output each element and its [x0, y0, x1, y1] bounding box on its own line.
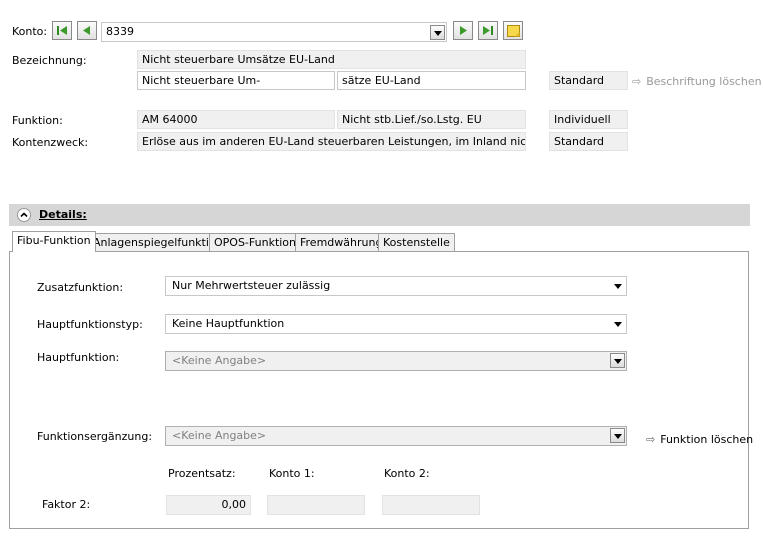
faktor2-label: Faktor 2:: [42, 498, 91, 511]
chevron-up-icon: [20, 212, 28, 217]
funktionsergaenzung-value: <Keine Angabe>: [172, 429, 267, 442]
konto2-input[interactable]: [382, 495, 480, 515]
beschriftung-loeschen-label: Beschriftung löschen: [646, 75, 762, 88]
hauptfunktionstyp-select[interactable]: Keine Hauptfunktion: [165, 314, 627, 334]
funktion-loeschen-link[interactable]: ⇨ Funktion löschen: [646, 433, 753, 446]
hauptfunktion-value: <Keine Angabe>: [172, 354, 267, 367]
konto1-label: Konto 1:: [269, 467, 315, 480]
previous-record-icon: [83, 26, 90, 35]
previous-record-button[interactable]: [77, 21, 97, 40]
konto-value: 8339: [106, 25, 134, 38]
zusatzfunktion-value: Nur Mehrwertsteuer zulässig: [172, 279, 331, 292]
konto-combo[interactable]: 8339: [101, 22, 447, 42]
chevron-down-icon: [614, 359, 622, 364]
bezeichnung-part1-input[interactable]: Nicht steuerbare Um-: [137, 71, 335, 90]
arrow-right-icon: ⇨: [632, 75, 642, 88]
funktion-loeschen-label: Funktion löschen: [660, 433, 754, 446]
funktion-text-field: Nicht stb.Lief./so.Lstg. EU: [337, 110, 526, 129]
konto2-label: Konto 2:: [384, 467, 430, 480]
tab-opos-funktion[interactable]: OPOS-Funktion: [209, 233, 302, 251]
bezeichnung-label: Bezeichnung:: [12, 54, 87, 67]
tab-fibu-funktion[interactable]: Fibu-Funktion: [12, 231, 96, 252]
tab-fremdwaehrung[interactable]: Fremdwährung: [295, 233, 388, 251]
details-title: Details:: [39, 208, 87, 221]
konto-dropdown-button[interactable]: [430, 25, 445, 40]
last-record-icon: [483, 26, 493, 35]
kontenzweck-label: Kontenzweck:: [12, 136, 89, 149]
note-button[interactable]: [503, 21, 523, 40]
first-record-icon: [57, 26, 67, 35]
funktionsergaenzung-combo[interactable]: <Keine Angabe>: [165, 426, 627, 446]
kontenzweck-status-field: Standard: [549, 132, 628, 151]
funktion-status-field: Individuell: [549, 110, 628, 129]
chevron-down-icon: [614, 434, 622, 439]
zusatzfunktion-select[interactable]: Nur Mehrwertsteuer zulässig: [165, 276, 627, 296]
next-record-icon: [460, 26, 467, 35]
hauptfunktion-label: Hauptfunktion:: [37, 351, 120, 364]
chevron-down-icon: [434, 31, 442, 36]
bezeichnung-status-field: Standard: [549, 71, 628, 90]
details-header-bar[interactable]: Details:: [9, 204, 750, 226]
tab-kostenstelle[interactable]: Kostenstelle: [378, 233, 455, 251]
konto-label: Konto:: [12, 25, 48, 38]
tab-anlagenspiegelfunktion[interactable]: Anlagenspiegelfunktion: [88, 233, 228, 251]
funktionsergaenzung-dropdown-button[interactable]: [610, 428, 625, 443]
bezeichnung-full-field: Nicht steuerbare Umsätze EU-Land: [137, 50, 526, 69]
konto1-input[interactable]: [267, 495, 365, 515]
arrow-right-icon: ⇨: [646, 433, 656, 446]
beschriftung-loeschen-link[interactable]: ⇨ Beschriftung löschen: [632, 75, 762, 88]
first-record-button[interactable]: [52, 21, 72, 40]
prozentsatz-label: Prozentsatz:: [168, 467, 236, 480]
hauptfunktionstyp-label: Hauptfunktionstyp:: [37, 318, 143, 331]
last-record-button[interactable]: [478, 21, 498, 40]
zusatzfunktion-label: Zusatzfunktion:: [37, 281, 124, 294]
next-record-button[interactable]: [453, 21, 473, 40]
hauptfunktionstyp-value: Keine Hauptfunktion: [172, 317, 285, 330]
note-icon: [507, 25, 520, 37]
chevron-down-icon: [614, 322, 622, 327]
chevron-down-icon: [614, 284, 622, 289]
hauptfunktion-dropdown-button[interactable]: [610, 353, 625, 368]
kontenzweck-field: Erlöse aus im anderen EU-Land steuerbare…: [137, 132, 526, 151]
funktion-code-field: AM 64000: [137, 110, 335, 129]
hauptfunktion-combo[interactable]: <Keine Angabe>: [165, 351, 627, 371]
funktionsergaenzung-label: Funktionsergänzung:: [37, 430, 153, 443]
collapse-details-button[interactable]: [17, 208, 31, 222]
bezeichnung-part2-input[interactable]: sätze EU-Land: [337, 71, 526, 90]
prozentsatz-input[interactable]: 0,00: [166, 495, 251, 515]
funktion-label: Funktion:: [12, 114, 63, 127]
